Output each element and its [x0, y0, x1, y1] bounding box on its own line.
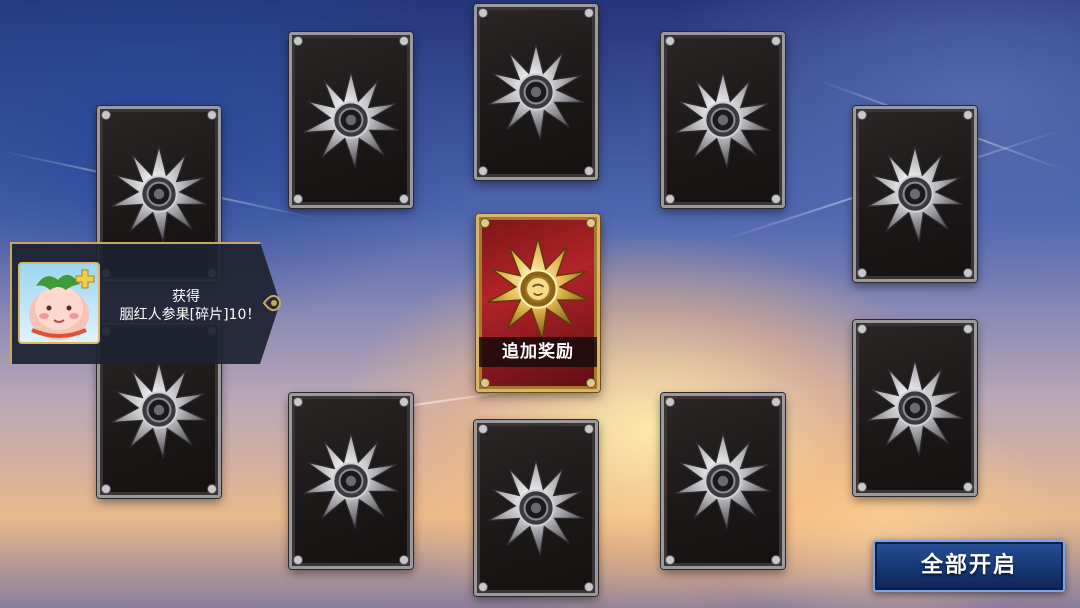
reward-card[interactable] [661, 32, 785, 208]
sun-emblem-icon [674, 72, 772, 169]
sun-emblem-icon [302, 433, 400, 530]
sun-emblem-icon [110, 146, 208, 243]
reward-card[interactable] [474, 4, 598, 180]
reward-card[interactable] [661, 393, 785, 569]
open-all-button[interactable]: 全部开启 [873, 540, 1065, 592]
reward-card[interactable] [289, 393, 413, 569]
reward-card[interactable] [474, 420, 598, 596]
sun-emblem-icon [302, 72, 400, 169]
sun-emblem-icon [487, 44, 585, 141]
bonus-label: 追加奖励 [479, 337, 597, 367]
gold-sun-emblem-icon [487, 238, 589, 341]
sun-emblem-icon [110, 362, 208, 459]
toast-title: 获得 [172, 289, 200, 305]
sun-emblem-icon [487, 460, 585, 557]
reward-card[interactable] [289, 32, 413, 208]
item-avatar [18, 262, 100, 344]
reward-card[interactable] [853, 106, 977, 282]
reward-card[interactable] [853, 320, 977, 496]
sun-emblem-icon [866, 146, 964, 243]
toast-message: 胭红人参果[碎片]10！ [119, 307, 261, 323]
sun-emblem-icon [866, 360, 964, 457]
bonus-reward-card[interactable]: 追加奖励 [476, 214, 600, 392]
ginseng-fruit-icon [29, 269, 95, 340]
sun-emblem-icon [674, 433, 772, 530]
